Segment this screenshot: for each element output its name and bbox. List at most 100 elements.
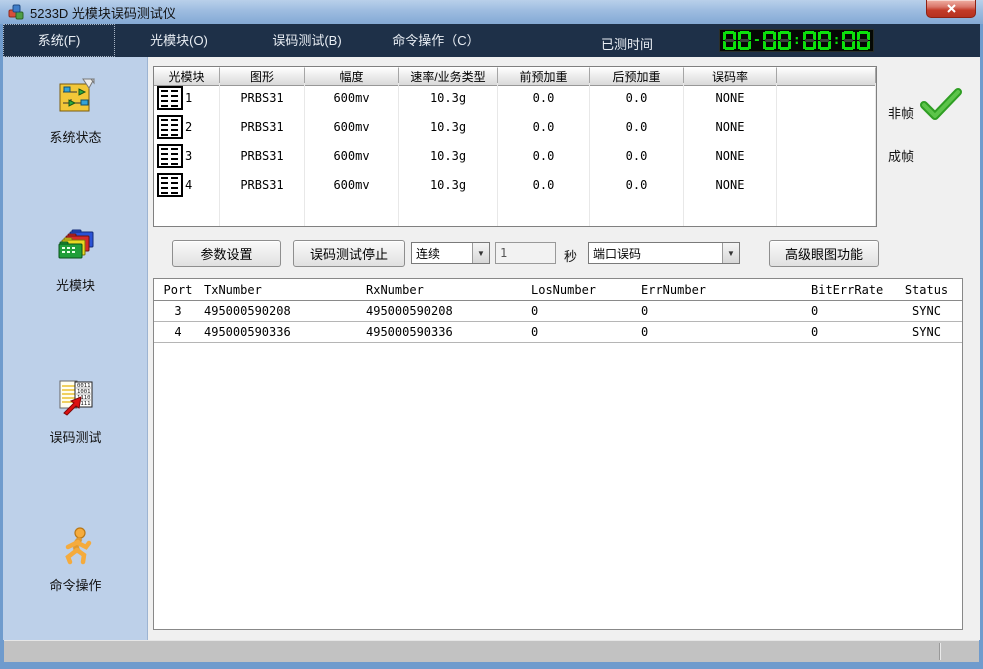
seconds-label: 秒 (564, 246, 577, 265)
module-grid-icon (157, 173, 183, 197)
status-bar-divider (939, 643, 941, 660)
biterrrate-value: 0 (809, 304, 889, 318)
module-ber: NONE (684, 83, 777, 112)
module-rate: 10.3g (399, 112, 498, 141)
module-post-emphasis: 0.0 (590, 112, 684, 141)
close-button[interactable] (926, 0, 976, 18)
rxnumber-value: 495000590336 (364, 325, 529, 339)
sidebar-item-command-operation[interactable]: 命令操作 (3, 525, 148, 594)
menu-item-system[interactable]: 系统(F) (3, 24, 115, 57)
module-amplitude: 600mv (305, 83, 399, 112)
column-header-status: Status (889, 283, 963, 297)
command-operation-icon (56, 525, 96, 565)
module-ber: NONE (684, 141, 777, 170)
interval-seconds-input[interactable] (495, 242, 556, 264)
app-icon (8, 4, 24, 20)
txnumber-value: 495000590208 (202, 304, 364, 318)
module-rate: 10.3g (399, 83, 498, 112)
chevron-down-icon[interactable]: ▼ (722, 243, 739, 263)
error-type-selected-value: 端口误码 (589, 245, 722, 262)
module-pattern: PRBS31 (220, 141, 305, 170)
unframed-label: 非帧 (888, 103, 914, 122)
module-pre-emphasis: 0.0 (498, 112, 590, 141)
txnumber-value: 495000590336 (202, 325, 364, 339)
port-table-row[interactable]: 4 495000590336 495000590336 0 0 0 SYNC (154, 322, 962, 343)
sidebar-item-label: 误码测试 (3, 427, 148, 446)
losnumber-value: 0 (529, 304, 639, 318)
status-value: SYNC (889, 325, 963, 339)
chevron-down-icon[interactable]: ▼ (472, 243, 489, 263)
module-table-row[interactable]: 4 PRBS31 600mv 10.3g 0.0 0.0 NONE (154, 170, 876, 199)
sidebar-item-system-status[interactable]: 系统状态 (3, 77, 148, 146)
module-id: 3 (185, 149, 192, 163)
close-icon (947, 4, 956, 13)
module-table-row[interactable]: 1 PRBS31 600mv 10.3g 0.0 0.0 NONE (154, 83, 876, 112)
sidebar-item-optical-module[interactable]: 光模块 (3, 225, 148, 294)
menu-bar: 系统(F) 光模块(O) 误码测试(B) 命令操作（C） 已测时间 -:: (3, 24, 980, 57)
module-pattern: PRBS31 (220, 83, 305, 112)
module-table: 光模块 图形 幅度 速率/业务类型 前预加重 后预加重 误码率 (153, 66, 877, 227)
column-header-rxnumber: RxNumber (364, 283, 529, 297)
menu-item-optical-module[interactable]: 光模块(O) (123, 24, 235, 57)
system-status-icon (56, 77, 96, 117)
sidebar-item-bit-error-test[interactable]: 0011 1001 1110 0111 误码测试 (3, 377, 148, 446)
module-amplitude: 600mv (305, 112, 399, 141)
port-table-row[interactable]: 3 495000590208 495000590208 0 0 0 SYNC (154, 301, 962, 322)
module-amplitude: 600mv (305, 141, 399, 170)
biterrrate-value: 0 (809, 325, 889, 339)
stop-bit-error-test-button[interactable]: 误码测试停止 (293, 240, 405, 267)
framed-label: 成帧 (888, 146, 914, 165)
port-table: Port TxNumber RxNumber LosNumber ErrNumb… (153, 278, 963, 630)
module-id: 2 (185, 120, 192, 134)
module-grid-icon (157, 115, 183, 139)
column-header-losnumber: LosNumber (529, 283, 639, 297)
elapsed-time-label: 已测时间 (601, 34, 653, 53)
module-table-empty-row (154, 199, 876, 226)
window-title: 5233D 光模块误码测试仪 (30, 3, 176, 22)
errnumber-value: 0 (639, 325, 809, 339)
module-pattern: PRBS31 (220, 112, 305, 141)
error-type-dropdown[interactable]: 端口误码 ▼ (588, 242, 740, 264)
module-grid-icon (157, 86, 183, 110)
module-pre-emphasis: 0.0 (498, 170, 590, 199)
module-id: 1 (185, 91, 192, 105)
module-pattern: PRBS31 (220, 170, 305, 199)
parameter-settings-button[interactable]: 参数设置 (172, 240, 281, 267)
column-header-biterrrate: BitErrRate (809, 283, 889, 297)
sidebar: 系统状态 光模块 (3, 57, 148, 640)
module-table-header: 光模块 图形 幅度 速率/业务类型 前预加重 后预加重 误码率 (154, 67, 876, 83)
status-bar (4, 640, 979, 662)
menu-item-command-operation[interactable]: 命令操作（C） (380, 24, 492, 57)
module-post-emphasis: 0.0 (590, 141, 684, 170)
module-grid-icon (157, 144, 183, 168)
losnumber-value: 0 (529, 325, 639, 339)
bit-error-test-icon: 0011 1001 1110 0111 (56, 377, 96, 417)
optical-module-icon (56, 225, 96, 265)
module-blank-cell (777, 83, 876, 112)
module-table-row[interactable]: 3 PRBS31 600mv 10.3g 0.0 0.0 NONE (154, 141, 876, 170)
errnumber-value: 0 (639, 304, 809, 318)
module-table-row[interactable]: 2 PRBS31 600mv 10.3g 0.0 0.0 NONE (154, 112, 876, 141)
advanced-eye-diagram-button[interactable]: 高级眼图功能 (769, 240, 879, 267)
sidebar-item-label: 系统状态 (3, 127, 148, 146)
menu-item-bit-error-test[interactable]: 误码测试(B) (251, 24, 363, 57)
port-table-header: Port TxNumber RxNumber LosNumber ErrNumb… (154, 279, 962, 301)
module-ber: NONE (684, 170, 777, 199)
status-value: SYNC (889, 304, 963, 318)
module-blank-cell (777, 112, 876, 141)
column-header-port: Port (154, 283, 202, 297)
test-mode-dropdown[interactable]: 连续 ▼ (411, 242, 490, 264)
test-mode-selected-value: 连续 (412, 245, 472, 262)
checkmark-icon (920, 88, 962, 122)
rxnumber-value: 495000590208 (364, 304, 529, 318)
column-header-errnumber: ErrNumber (639, 283, 809, 297)
column-header-txnumber: TxNumber (202, 283, 364, 297)
module-blank-cell (777, 141, 876, 170)
module-post-emphasis: 0.0 (590, 83, 684, 112)
module-blank-cell (777, 170, 876, 199)
module-id: 4 (185, 178, 192, 192)
main-panel: 光模块 图形 幅度 速率/业务类型 前预加重 后预加重 误码率 (148, 57, 980, 640)
port-value: 4 (154, 325, 202, 339)
sidebar-item-label: 命令操作 (3, 575, 148, 594)
title-bar: 5233D 光模块误码测试仪 (0, 0, 983, 24)
